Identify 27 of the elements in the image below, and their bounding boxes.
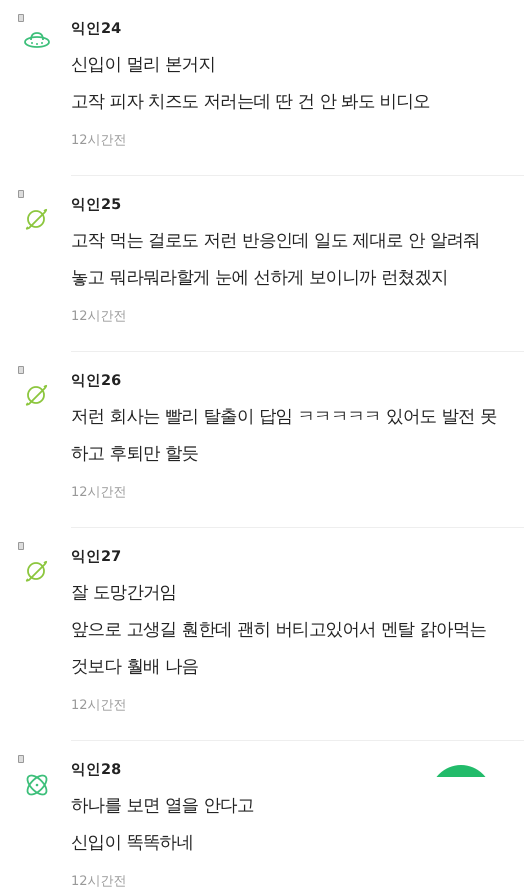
small-badge (18, 542, 24, 550)
small-badge (18, 366, 24, 374)
comment-time: 12시간전 (71, 697, 128, 715)
author-name: 익인28 (71, 761, 122, 780)
author-name: 익인26 (71, 372, 122, 391)
small-badge (18, 14, 24, 22)
comment-text: 앞으로 고생길 훤한데 괜히 버티고있어서 멘탈 갉아먹는 것보다 훨배 나음 (71, 619, 488, 679)
ufo-icon (23, 30, 51, 50)
author-name: 익인27 (71, 548, 122, 567)
comment-text: 잘 도망간거임 (71, 582, 178, 605)
author-name: 익인25 (71, 196, 122, 215)
planet-icon (23, 382, 49, 408)
comment-text: 신입이 똑똑하네 (71, 832, 194, 855)
planet-icon (23, 558, 49, 584)
small-badge (18, 755, 24, 763)
comment-time: 12시간전 (71, 132, 128, 150)
comment-text: 저런 회사는 빨리 탈출이 답임 ㅋㅋㅋㅋㅋ 있어도 발전 못하고 후퇴만 할듯 (71, 406, 498, 466)
small-badge (18, 190, 24, 198)
comment-time: 12시간전 (71, 484, 128, 502)
comment-text: 신입이 멀리 본거지 (71, 54, 216, 77)
comment-text: 고작 피자 치즈도 저러는데 딴 건 안 봐도 비디오 (71, 91, 431, 114)
comment-text: 고작 먹는 걸로도 저런 반응인데 일도 제대로 안 알려줘 놓고 뭐라뭐라할게 눈에 선하게 보이니까 런쳤겠지 (71, 230, 481, 290)
comment-time: 12시간전 (71, 873, 128, 891)
planet-icon (23, 206, 49, 232)
comment-text: 하나를 보면 열을 안다고 (71, 795, 255, 818)
author-name: 익인24 (71, 20, 122, 39)
comment-time: 12시간전 (71, 308, 128, 326)
